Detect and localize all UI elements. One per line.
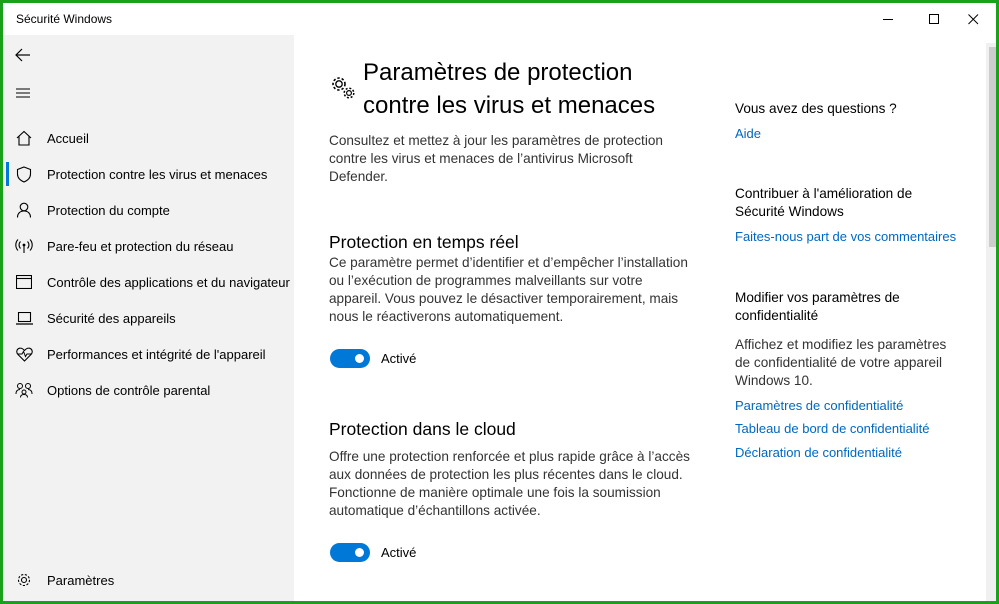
sidebar-item-label: Protection du compte xyxy=(47,202,170,218)
sidebar-item-label: Sécurité des appareils xyxy=(47,310,176,326)
cloud-protection-toggle-label: Activé xyxy=(381,545,417,560)
gear-icon xyxy=(15,571,33,589)
hamburger-menu-icon xyxy=(16,88,30,98)
cloud-protection-toggle[interactable] xyxy=(330,543,370,562)
intro-line: Consultez et mettez à jour les paramètre… xyxy=(329,133,663,148)
contribute-heading: Contribuer à l'amélioration de Sécurité … xyxy=(735,185,965,221)
page-title-line: contre les virus et menaces xyxy=(363,92,656,119)
sidebar-item-label: Accueil xyxy=(47,130,89,146)
page-title: Paramètres de protection contre les viru… xyxy=(363,56,683,122)
shield-icon xyxy=(15,165,33,183)
title-bar: Sécurité Windows xyxy=(3,3,996,35)
laptop-icon xyxy=(15,309,33,327)
heading-line: Contribuer à l'amélioration de xyxy=(735,186,913,201)
heading-line: confidentialité xyxy=(735,308,819,323)
realtime-protection-toggle-label: Activé xyxy=(381,351,417,366)
sidebar-item-account-protection[interactable]: Protection du compte xyxy=(3,193,294,227)
help-link[interactable]: Aide xyxy=(735,126,761,141)
intro-line: contre les virus et menaces de l’antivir… xyxy=(329,151,633,166)
browser-window-icon xyxy=(15,273,33,291)
sidebar-item-app-browser-control[interactable]: Contrôle des applications et du navigate… xyxy=(3,265,294,299)
desc-line: appareil. Vous pouvez le désactiver temp… xyxy=(329,291,679,306)
close-icon xyxy=(967,13,978,24)
intro-line: Defender. xyxy=(329,169,388,184)
cloud-protection-desc: Offre une protection renforcée et plus r… xyxy=(329,448,699,520)
heading-line: Sécurité Windows xyxy=(735,204,844,219)
person-icon xyxy=(15,201,33,219)
sidebar: Accueil Protection contre les virus et m… xyxy=(3,35,294,601)
desc-line: aux données de protection les plus récen… xyxy=(329,467,683,482)
sidebar-item-label: Pare-feu et protection du réseau xyxy=(47,238,234,254)
text-line: de confidentialité de votre appareil xyxy=(735,355,943,370)
privacy-heading: Modifier vos paramètres de confidentiali… xyxy=(735,289,965,325)
page-title-line: Paramètres de protection xyxy=(363,59,633,86)
sidebar-item-firewall[interactable]: Pare-feu et protection du réseau xyxy=(3,229,294,263)
sidebar-item-family-options[interactable]: Options de contrôle parental xyxy=(3,373,294,407)
questions-heading: Vous avez des questions ? xyxy=(735,101,897,116)
minimize-button[interactable] xyxy=(865,3,911,35)
minimize-icon xyxy=(882,18,893,20)
desc-line: Ce paramètre permet d’identifier et d’em… xyxy=(329,255,688,270)
heart-pulse-icon xyxy=(15,345,33,363)
active-indicator xyxy=(6,162,9,186)
desc-line: automatique d’échantillons activée. xyxy=(329,503,541,518)
back-arrow-icon xyxy=(15,48,30,62)
desc-line: Offre une protection renforcée et plus r… xyxy=(329,449,690,464)
cloud-protection-title: Protection dans le cloud xyxy=(329,419,516,439)
sidebar-item-device-security[interactable]: Sécurité des appareils xyxy=(3,301,294,335)
close-button[interactable] xyxy=(950,3,996,35)
sidebar-item-label: Performances et intégrité de l'appareil xyxy=(47,346,266,362)
sidebar-item-virus-protection[interactable]: Protection contre les virus et menaces xyxy=(3,157,294,191)
realtime-protection-toggle[interactable] xyxy=(330,349,370,368)
window-title: Sécurité Windows xyxy=(16,12,113,26)
toggle-knob xyxy=(355,354,364,363)
app-window: Sécurité Windows Accueil Protection cont… xyxy=(3,3,996,601)
privacy-settings-link[interactable]: Paramètres de confidentialité xyxy=(735,398,903,413)
realtime-protection-desc: Ce paramètre permet d’identifier et d’em… xyxy=(329,254,699,326)
sidebar-item-label: Protection contre les virus et menaces xyxy=(47,166,268,182)
wireless-icon xyxy=(15,237,33,255)
sidebar-item-label: Paramètres xyxy=(47,572,115,588)
family-icon xyxy=(15,381,33,399)
heading-line: Modifier vos paramètres de xyxy=(735,290,900,305)
toggle-knob xyxy=(355,548,364,557)
menu-button[interactable] xyxy=(9,79,37,107)
desc-line: ou l’exécution de programmes malveillant… xyxy=(329,273,643,288)
desc-line: Fonctionne de manière optimale une fois … xyxy=(329,485,661,500)
sidebar-item-label: Contrôle des applications et du navigate… xyxy=(47,274,290,290)
back-button[interactable] xyxy=(9,41,37,69)
sidebar-item-accueil[interactable]: Accueil xyxy=(3,121,294,155)
desc-line: nous le réactiverons automatiquement. xyxy=(329,309,564,324)
privacy-dashboard-link[interactable]: Tableau de bord de confidentialité xyxy=(735,421,929,436)
text-line: Windows 10. xyxy=(735,373,813,388)
sidebar-item-device-performance[interactable]: Performances et intégrité de l'appareil xyxy=(3,337,294,371)
feedback-link[interactable]: Faites-nous part de vos commentaires xyxy=(735,229,956,244)
maximize-icon xyxy=(928,13,939,24)
home-icon xyxy=(15,129,33,147)
sidebar-item-settings[interactable]: Paramètres xyxy=(3,563,294,597)
privacy-statement-link[interactable]: Déclaration de confidentialité xyxy=(735,445,902,460)
realtime-protection-title: Protection en temps réel xyxy=(329,232,519,252)
sidebar-item-label: Options de contrôle parental xyxy=(47,382,211,398)
scrollbar-thumb[interactable] xyxy=(989,47,996,247)
page-intro: Consultez et mettez à jour les paramètre… xyxy=(329,132,699,186)
privacy-text: Affichez et modifiez les paramètres de c… xyxy=(735,336,965,390)
text-line: Affichez et modifiez les paramètres xyxy=(735,337,947,352)
gears-icon xyxy=(332,77,355,99)
